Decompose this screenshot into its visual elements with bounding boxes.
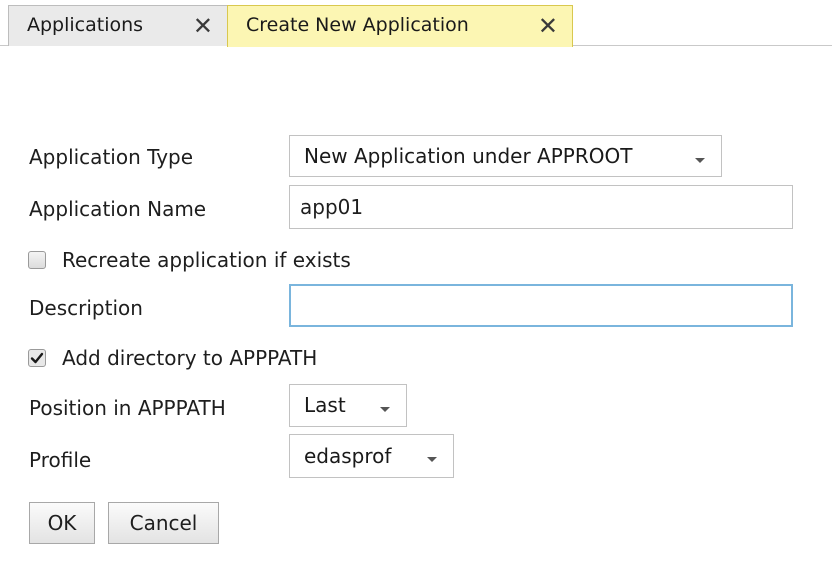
description-input[interactable] xyxy=(289,284,793,327)
tab-applications[interactable]: Applications ✕ xyxy=(8,5,228,46)
tab-label: Applications xyxy=(27,14,144,36)
tab-bar: Applications ✕ Create New Application ✕ xyxy=(0,0,832,47)
application-name-input[interactable] xyxy=(289,185,793,229)
profile-select[interactable]: edasprof xyxy=(289,434,454,478)
position-label: Position in APPPATH xyxy=(29,396,226,420)
recreate-checkbox-label[interactable]: Recreate application if exists xyxy=(62,247,351,273)
position-value: Last xyxy=(304,393,346,417)
tab-label: Create New Application xyxy=(246,14,469,36)
description-label: Description xyxy=(29,296,143,320)
add-directory-checkbox-label[interactable]: Add directory to APPPATH xyxy=(62,345,317,371)
chevron-down-icon xyxy=(380,407,390,412)
position-select[interactable]: Last xyxy=(289,384,407,427)
chevron-down-icon xyxy=(427,457,437,462)
profile-label: Profile xyxy=(29,448,92,472)
tab-create-new-application[interactable]: Create New Application ✕ xyxy=(227,5,573,47)
profile-value: edasprof xyxy=(304,444,392,468)
close-icon[interactable]: ✕ xyxy=(538,6,558,46)
recreate-checkbox[interactable] xyxy=(28,251,46,269)
application-type-label: Application Type xyxy=(29,145,194,169)
application-type-select[interactable]: New Application under APPROOT xyxy=(289,135,722,177)
chevron-down-icon xyxy=(695,158,705,163)
checkmark-icon xyxy=(30,352,44,364)
ok-button[interactable]: OK xyxy=(29,502,95,544)
application-type-value: New Application under APPROOT xyxy=(304,144,633,168)
close-icon[interactable]: ✕ xyxy=(193,6,213,46)
application-name-label: Application Name xyxy=(29,197,207,221)
cancel-button[interactable]: Cancel xyxy=(108,502,219,544)
add-directory-checkbox[interactable] xyxy=(28,349,46,367)
